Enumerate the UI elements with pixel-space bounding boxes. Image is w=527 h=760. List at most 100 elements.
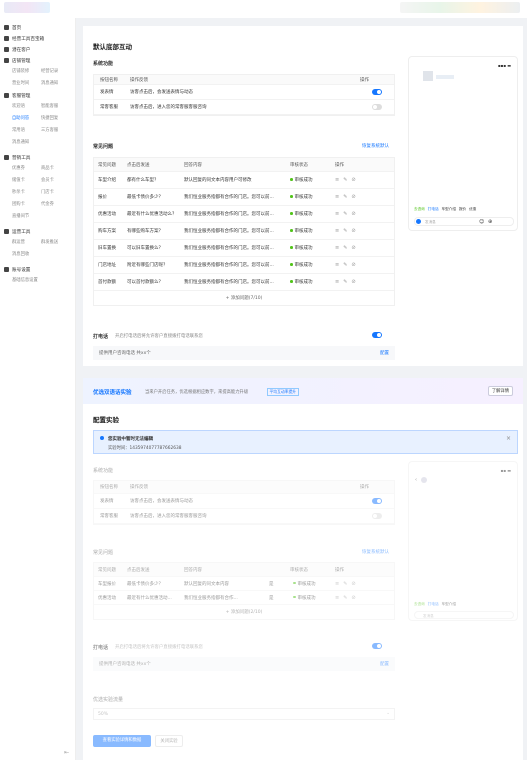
sidebar-item-third-cs[interactable]: 三方客服 — [41, 125, 70, 137]
cfg-col-question: 常见问题 — [98, 567, 116, 573]
phone-toggle[interactable] — [372, 332, 382, 338]
cfg-status-bar: ▪▪ ▬ — [500, 468, 511, 473]
sidebar-item-store-decoration[interactable]: 店铺装修 — [12, 66, 41, 78]
promo-tag: 平均互动率提升 — [267, 388, 299, 396]
edit-icon[interactable]: ✎ — [343, 595, 347, 601]
sidebar-item-store-notify[interactable]: 消息通知 — [41, 78, 70, 90]
sidebar-item-stored-card[interactable]: 储值卡 — [12, 175, 41, 187]
drag-icon[interactable]: ≡ — [335, 194, 339, 200]
row-send: 最低卡债价多少？ — [127, 581, 163, 587]
delete-icon[interactable]: ⊘ — [351, 581, 355, 587]
drag-icon[interactable]: ≡ — [335, 595, 339, 601]
drag-icon[interactable]: ≡ — [335, 228, 339, 234]
edit-icon[interactable]: ✎ — [343, 177, 347, 183]
sidebar-group-settings[interactable]: 账号设置 — [0, 264, 75, 275]
sidebar-item-store-records[interactable]: 经营记录 — [41, 66, 70, 78]
sidebar-item-flash-card[interactable]: 秒杀卡 — [12, 187, 41, 199]
row-ops: ≡ ✎ ⊘ — [335, 279, 391, 285]
sidebar-item-store-card[interactable]: 门店卡 — [41, 187, 70, 199]
close-icon[interactable]: × — [506, 435, 511, 442]
row-status: 审核成功 — [293, 581, 335, 587]
chip-price[interactable]: 报价 — [459, 207, 466, 212]
delete-icon[interactable]: ⊘ — [351, 194, 355, 200]
col-answer: 回答内容 — [184, 162, 202, 168]
sidebar-item-cs-notify[interactable]: 消息通知 — [12, 137, 41, 149]
status-text: 审核成功 — [294, 263, 313, 268]
headset-icon — [4, 93, 9, 98]
row-send: 有哪些购车方案？ — [127, 229, 163, 234]
plus-icon[interactable]: ⊕ — [488, 219, 492, 225]
view-experiment-button: 查看实验详情和数据 — [93, 735, 151, 747]
row-send: 最近有什么优惠活动... — [127, 595, 172, 601]
sidebar-item-store-hours[interactable]: 营业时间 — [12, 78, 41, 90]
delete-icon[interactable]: ⊘ — [351, 211, 355, 217]
edit-icon[interactable]: ✎ — [343, 245, 347, 251]
status-text: 审核成功 — [297, 595, 316, 601]
sidebar-item-smart-cs[interactable]: 智能客服 — [41, 101, 70, 113]
logo-blur — [4, 2, 50, 13]
service-toggle[interactable] — [372, 104, 382, 110]
phone-config-link[interactable]: 配置 — [380, 350, 389, 356]
sidebar-item-home[interactable]: 首页 — [0, 22, 75, 33]
sidebar-item-self-qa[interactable]: 自助问答 — [12, 113, 41, 125]
chat-input[interactable]: 发消息 — [414, 217, 514, 226]
drag-icon[interactable]: ≡ — [335, 279, 339, 285]
delete-icon[interactable]: ⊘ — [351, 279, 355, 285]
sidebar-group-marketing[interactable]: 营销工具 — [0, 152, 75, 163]
sidebar-item-member-card[interactable]: 会员卡 — [41, 175, 70, 187]
drag-icon[interactable]: ≡ — [335, 245, 339, 251]
sidebar-item-voucher[interactable]: 代金券 — [41, 199, 70, 211]
phone-sub-text: 提供用户咨询电话 共xx个 — [99, 351, 151, 356]
delete-icon[interactable]: ⊘ — [351, 177, 355, 183]
drag-icon[interactable]: ≡ — [335, 177, 339, 183]
edit-icon[interactable]: ✎ — [343, 194, 347, 200]
delete-icon[interactable]: ⊘ — [351, 245, 355, 251]
chip-consult[interactable]: 去咨询 — [414, 207, 425, 212]
sidebar-item-phrases[interactable]: 常用语 — [12, 125, 41, 137]
voice-icon[interactable] — [416, 219, 421, 224]
phone-sub-box: 提供用户咨询电话 共xx个 配置 — [93, 346, 395, 360]
sidebar-item-welcome[interactable]: 欢迎语 — [12, 101, 41, 113]
row-ops: ≡ ✎ ⊘ — [335, 595, 391, 601]
sidebar-item-group-ops[interactable]: 群运营 — [12, 237, 41, 249]
sidebar-group-store[interactable]: 店铺管理 — [0, 55, 75, 66]
restore-default-link[interactable]: 恢复系统默认 — [362, 143, 389, 149]
sidebar-item-new-customers[interactable]: 潜在客户 — [0, 44, 75, 55]
sidebar-item-product-card[interactable]: 商品卡 — [41, 163, 70, 175]
drag-icon[interactable]: ≡ — [335, 262, 339, 268]
delete-icon[interactable]: ⊘ — [351, 262, 355, 268]
sidebar-item-push[interactable]: 群发推送 — [41, 237, 70, 249]
edit-icon[interactable]: ✎ — [343, 581, 347, 587]
collapse-sidebar-icon[interactable]: ⇤ — [64, 749, 69, 756]
sidebar-group-tools[interactable]: 运营工具 — [0, 226, 75, 237]
drag-icon[interactable]: ≡ — [335, 211, 339, 217]
delete-icon[interactable]: ⊘ — [351, 595, 355, 601]
row-name: 常客客服 — [100, 105, 118, 110]
edit-icon[interactable]: ✎ — [343, 228, 347, 234]
emoji-icon[interactable]: ☺ — [479, 219, 484, 225]
alert-desc: 实验时间：1435974077787662638 — [108, 446, 182, 451]
delete-icon[interactable]: ⊘ — [351, 228, 355, 234]
learn-more-button[interactable]: 了解详情 — [487, 386, 513, 396]
edit-icon[interactable]: ✎ — [343, 262, 347, 268]
sidebar-item-basic-info[interactable]: 基础信息设置 — [0, 275, 76, 287]
chip-car[interactable]: 车型介绍 — [442, 207, 456, 212]
sidebar-item-recall[interactable]: 消息回收 — [12, 249, 41, 261]
chip-phone[interactable]: 打电话 — [428, 207, 439, 212]
sidebar-item-quick-reply[interactable]: 快捷回复 — [41, 113, 70, 125]
edit-icon[interactable]: ✎ — [343, 279, 347, 285]
emoji-toggle[interactable] — [372, 89, 382, 95]
col-question: 常见问题 — [98, 162, 116, 168]
row-desc: 访客点击后，会发送表情与动态 — [130, 499, 193, 504]
edit-icon[interactable]: ✎ — [343, 211, 347, 217]
chip-promo[interactable]: 优惠 — [469, 207, 476, 212]
sidebar-item-coupon[interactable]: 优惠券 — [12, 163, 41, 175]
add-question-button[interactable]: + 添加问题(7/10) — [226, 295, 263, 301]
sidebar-item-group-card[interactable]: 团购卡 — [12, 199, 41, 211]
sidebar-group-customer[interactable]: 客服管理 — [0, 90, 75, 101]
drag-icon[interactable]: ≡ — [335, 581, 339, 587]
sidebar-item-live[interactable]: 直播间节 — [0, 211, 76, 223]
sidebar-item-merchant-tools[interactable]: 经营工具百宝箱 — [0, 33, 75, 44]
row-desc: 访客点击后，进入您的常客服客服咨询 — [130, 514, 207, 519]
row-question: 优惠活动 — [98, 595, 116, 601]
